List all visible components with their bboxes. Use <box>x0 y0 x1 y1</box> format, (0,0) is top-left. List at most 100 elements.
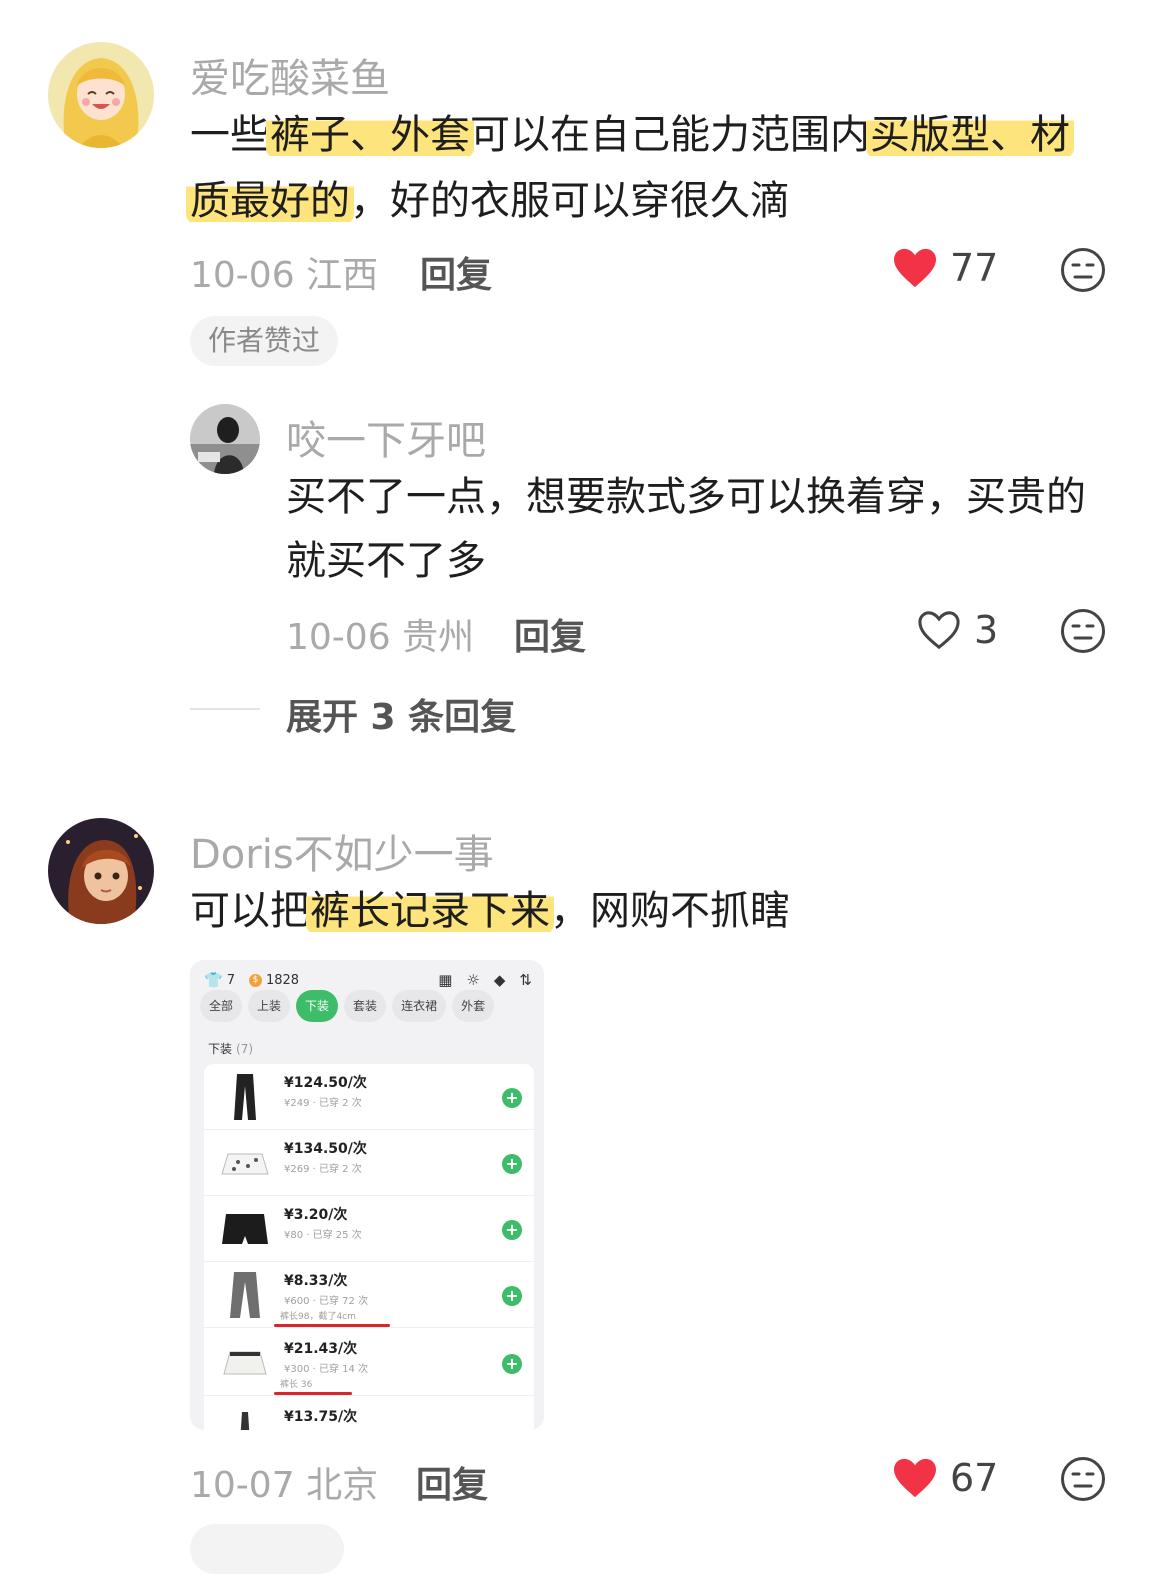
highlighted-text: 买版型、材 <box>866 112 1074 158</box>
cost-per-wear: ¥21.43/次 <box>284 1341 358 1357</box>
list-item[interactable]: ¥13.75/次 <box>204 1398 534 1430</box>
comment-text: 可以把裤长记录下来，网购不抓瞎 <box>190 878 790 944</box>
comment-location: 贵州 <box>402 617 475 658</box>
cost-per-wear: ¥8.33/次 <box>284 1273 348 1289</box>
category-tab[interactable]: 套装 <box>344 990 387 1022</box>
comment-location: 北京 <box>306 1465 379 1506</box>
attached-image[interactable]: 👕 7 $ 1828 ▦ ☼ ◆ ⇅ 全部 上装 下装 套装 连衣裙 外套 下装 (7) ¥… <box>190 960 544 1430</box>
comment-location: 江西 <box>306 255 379 296</box>
like-count: 67 <box>950 1456 999 1500</box>
highlighted-text: 质最好的 <box>186 178 354 224</box>
category-tab[interactable]: 全部 <box>200 990 243 1022</box>
comment-date: 10-07 <box>190 1465 295 1506</box>
like-button[interactable]: 67 <box>892 1456 998 1500</box>
like-count: 77 <box>950 246 999 290</box>
like-button[interactable]: 77 <box>892 246 998 290</box>
clothing-list: ¥124.50/次 ¥249 · 已穿 2 次 + ¥134.50/次 ¥269 · 已… <box>204 1064 534 1430</box>
comment-date: 10-06 <box>190 255 295 296</box>
length-note: 裤长98，截了4cm <box>280 1312 356 1322</box>
price-and-wears: ¥249 · 已穿 2 次 <box>284 1098 362 1109</box>
list-item[interactable]: ¥8.33/次 ¥600 · 已穿 72 次裤长98，截了4cm + <box>204 1262 534 1328</box>
highlighted-text: 裤长记录下来 <box>306 888 554 934</box>
section-title: 下装 (7) <box>208 1040 253 1057</box>
comment-text-segment: 一些 <box>190 112 270 158</box>
add-wear-button[interactable]: + <box>502 1154 522 1174</box>
add-wear-button[interactable]: + <box>502 1354 522 1374</box>
comment-text: 买不了一点，想要款式多可以换着穿，买贵的 <box>286 474 1086 520</box>
category-tab[interactable]: 外套 <box>452 990 495 1022</box>
price-and-wears: ¥80 · 已穿 25 次 <box>284 1230 362 1241</box>
badge-partial <box>190 1524 344 1574</box>
list-item[interactable]: ¥124.50/次 ¥249 · 已穿 2 次 + <box>204 1064 534 1130</box>
tag-icon[interactable]: ◆ <box>494 971 506 989</box>
shirt-icon: 👕 <box>204 971 223 989</box>
heart-filled-icon <box>894 248 936 288</box>
heart-filled-icon <box>894 1458 936 1498</box>
expand-divider <box>190 708 260 710</box>
highlighted-text: 裤子、外套 <box>266 112 474 158</box>
comment-username[interactable]: 咬一下牙吧 <box>286 408 486 466</box>
avatar[interactable] <box>48 42 154 148</box>
comment-date: 10-06 <box>286 617 391 658</box>
like-button[interactable]: 3 <box>916 608 998 652</box>
comment-username[interactable]: 爱吃酸菜鱼 <box>190 46 390 104</box>
comment-text-segment: 可以把 <box>190 888 310 934</box>
section-count: (7) <box>236 1042 254 1056</box>
comment-text-segment: ，好的衣服可以穿很久滴 <box>350 178 790 224</box>
add-wear-button[interactable]: + <box>502 1286 522 1306</box>
add-wear-button[interactable]: + <box>502 1088 522 1108</box>
price-and-wears: ¥600 · 已穿 72 次 <box>284 1296 369 1307</box>
heart-outline-icon <box>918 611 960 650</box>
dislike-face-icon[interactable] <box>1060 1456 1106 1502</box>
avatar[interactable] <box>48 818 154 924</box>
reply-button[interactable]: 回复 <box>514 608 586 660</box>
cost-per-wear: ¥3.20/次 <box>284 1207 348 1223</box>
items-count: 7 <box>226 972 235 988</box>
add-wear-button[interactable]: + <box>502 1220 522 1240</box>
pants-thumbnail <box>218 1268 272 1322</box>
price-and-wears: ¥300 · 已穿 14 次 <box>284 1364 369 1375</box>
coin-icon: $ <box>248 973 262 987</box>
grid-icon[interactable]: ▦ <box>438 971 452 989</box>
list-item[interactable]: ¥134.50/次 ¥269 · 已穿 2 次 + <box>204 1130 534 1196</box>
avatar[interactable] <box>190 404 260 474</box>
sort-icon[interactable]: ⇅ <box>519 971 532 989</box>
list-item[interactable]: ¥3.20/次 ¥80 · 已穿 25 次 + <box>204 1196 534 1262</box>
category-tab[interactable]: 下装 <box>296 990 339 1022</box>
reply-button[interactable]: 回复 <box>420 246 492 298</box>
red-underline <box>274 1392 352 1395</box>
comment-text: 一些裤子、外套可以在自己能力范围内买版型、材 <box>190 102 1074 168</box>
section-name: 下装 <box>208 1042 233 1056</box>
pants-thumbnail <box>218 1070 272 1124</box>
weather-icon[interactable]: ☼ <box>466 971 479 989</box>
length-note: 裤长 36 <box>280 1380 313 1390</box>
pants-thumbnail <box>218 1202 272 1256</box>
author-liked-badge: 作者赞过 <box>190 316 339 366</box>
reply-button[interactable]: 回复 <box>416 1456 488 1508</box>
category-tab[interactable]: 上装 <box>248 990 291 1022</box>
comment-text-segment: 可以在自己能力范围内 <box>470 112 870 158</box>
coins-count: 1828 <box>265 972 300 988</box>
dislike-face-icon[interactable] <box>1060 247 1106 293</box>
like-count: 3 <box>974 608 999 652</box>
cost-per-wear: ¥124.50/次 <box>284 1075 367 1091</box>
dislike-face-icon[interactable] <box>1060 608 1106 654</box>
pants-thumbnail <box>218 1404 272 1430</box>
comment-username[interactable]: Doris不如少一事 <box>190 822 494 880</box>
comment-meta: 10-06 贵州 <box>286 608 474 660</box>
comment-text: 质最好的，好的衣服可以穿很久滴 <box>186 168 790 234</box>
red-underline <box>274 1324 390 1327</box>
pants-thumbnail <box>218 1136 272 1190</box>
price-and-wears: ¥269 · 已穿 2 次 <box>284 1164 362 1175</box>
cost-per-wear: ¥13.75/次 <box>284 1409 358 1425</box>
category-tabs: 全部 上装 下装 套装 连衣裙 外套 <box>200 990 540 1026</box>
expand-replies-button[interactable]: 展开 3 条回复 <box>286 688 516 740</box>
comment-text: 就买不了多 <box>286 538 486 584</box>
category-tab[interactable]: 连衣裙 <box>392 990 447 1022</box>
list-item[interactable]: ¥21.43/次 ¥300 · 已穿 14 次裤长 36 + <box>204 1330 534 1396</box>
pants-thumbnail <box>218 1336 272 1390</box>
comment-meta: 10-07 北京 <box>190 1456 378 1508</box>
comment-meta: 10-06 江西 <box>190 246 378 298</box>
comment-text-segment: ，网购不抓瞎 <box>550 888 790 934</box>
cost-per-wear: ¥134.50/次 <box>284 1141 367 1157</box>
